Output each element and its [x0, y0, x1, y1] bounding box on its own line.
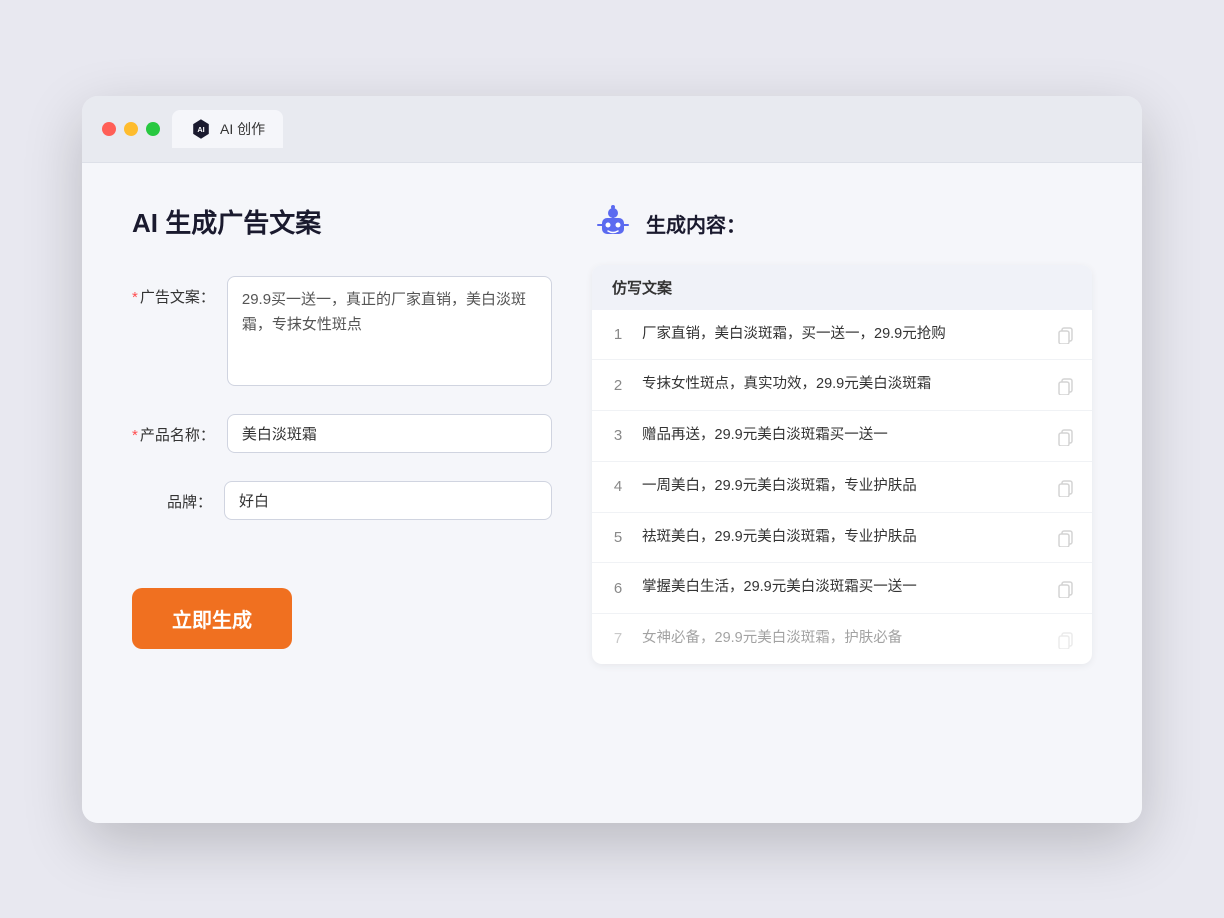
ad-copy-row: *广告文案： 29.9买一送一，真正的厂家直销，美白淡斑霜，专抹女性斑点 [132, 276, 552, 386]
result-number: 3 [608, 427, 628, 444]
brand-input[interactable] [224, 481, 552, 520]
close-button[interactable] [102, 122, 116, 136]
generate-button[interactable]: 立即生成 [132, 588, 292, 649]
ad-copy-label: *广告文案： [132, 276, 215, 307]
right-panel-title: 生成内容： [646, 209, 746, 238]
result-text: 厂家直销，美白淡斑霜，买一送一，29.9元抢购 [642, 324, 1042, 346]
result-number: 2 [608, 377, 628, 394]
product-name-label: *产品名称： [132, 414, 215, 445]
svg-text:AI: AI [197, 125, 204, 134]
ad-copy-textarea[interactable]: 29.9买一送一，真正的厂家直销，美白淡斑霜，专抹女性斑点 [227, 276, 552, 386]
copy-button[interactable] [1056, 629, 1076, 649]
browser-window: AI AI 创作 AI 生成广告文案 *广告文案： 29.9买一送一，真正的厂家… [82, 96, 1142, 823]
result-number: 6 [608, 580, 628, 597]
titlebar: AI AI 创作 [82, 96, 1142, 163]
browser-content: AI 生成广告文案 *广告文案： 29.9买一送一，真正的厂家直销，美白淡斑霜，… [82, 163, 1142, 823]
table-row: 4 一周美白，29.9元美白淡斑霜，专业护肤品 [592, 462, 1092, 513]
ai-tab-icon: AI [190, 118, 212, 140]
result-number: 5 [608, 529, 628, 546]
copy-button[interactable] [1056, 324, 1076, 344]
result-number: 4 [608, 478, 628, 495]
minimize-button[interactable] [124, 122, 138, 136]
table-row: 7 女神必备，29.9元美白淡斑霜，护肤必备 [592, 614, 1092, 664]
copy-button[interactable] [1056, 527, 1076, 547]
tab-label: AI 创作 [220, 119, 265, 139]
table-row: 5 祛斑美白，29.9元美白淡斑霜，专业护肤品 [592, 513, 1092, 564]
left-panel: AI 生成广告文案 *广告文案： 29.9买一送一，真正的厂家直销，美白淡斑霜，… [132, 203, 552, 783]
results-list: 1 厂家直销，美白淡斑霜，买一送一，29.9元抢购 2 专抹女性斑点，真实功效，29… [592, 310, 1092, 664]
results-table: 仿写文案 1 厂家直销，美白淡斑霜，买一送一，29.9元抢购 2 专抹女性斑点，真实… [592, 265, 1092, 664]
product-name-row: *产品名称： [132, 414, 552, 453]
page-title: AI 生成广告文案 [132, 203, 552, 240]
result-text: 祛斑美白，29.9元美白淡斑霜，专业护肤品 [642, 527, 1042, 549]
result-text: 女神必备，29.9元美白淡斑霜，护肤必备 [642, 628, 1042, 650]
result-text: 一周美白，29.9元美白淡斑霜，专业护肤品 [642, 476, 1042, 498]
result-text: 掌握美白生活，29.9元美白淡斑霜买一送一 [642, 577, 1042, 599]
copy-button[interactable] [1056, 426, 1076, 446]
required-star-1: * [132, 289, 138, 306]
result-text: 赠品再送，29.9元美白淡斑霜买一送一 [642, 425, 1042, 447]
result-number: 1 [608, 326, 628, 343]
maximize-button[interactable] [146, 122, 160, 136]
table-row: 6 掌握美白生活，29.9元美白淡斑霜买一送一 [592, 563, 1092, 614]
copy-button[interactable] [1056, 578, 1076, 598]
table-row: 3 赠品再送，29.9元美白淡斑霜买一送一 [592, 411, 1092, 462]
ai-tab[interactable]: AI AI 创作 [172, 110, 283, 148]
table-row: 2 专抹女性斑点，真实功效，29.9元美白淡斑霜 [592, 360, 1092, 411]
copy-button[interactable] [1056, 477, 1076, 497]
brand-row: 品牌： [132, 481, 552, 520]
result-text: 专抹女性斑点，真实功效，29.9元美白淡斑霜 [642, 374, 1042, 396]
robot-icon [592, 203, 634, 245]
right-panel: 生成内容： 仿写文案 1 厂家直销，美白淡斑霜，买一送一，29.9元抢购 2 专抹女… [592, 203, 1092, 783]
product-name-input[interactable] [227, 414, 552, 453]
results-header: 仿写文案 [592, 265, 1092, 310]
required-star-2: * [132, 427, 138, 444]
right-header: 生成内容： [592, 203, 1092, 245]
copy-button[interactable] [1056, 375, 1076, 395]
traffic-lights [102, 122, 160, 136]
result-number: 7 [608, 630, 628, 647]
brand-label: 品牌： [132, 481, 212, 512]
table-row: 1 厂家直销，美白淡斑霜，买一送一，29.9元抢购 [592, 310, 1092, 361]
